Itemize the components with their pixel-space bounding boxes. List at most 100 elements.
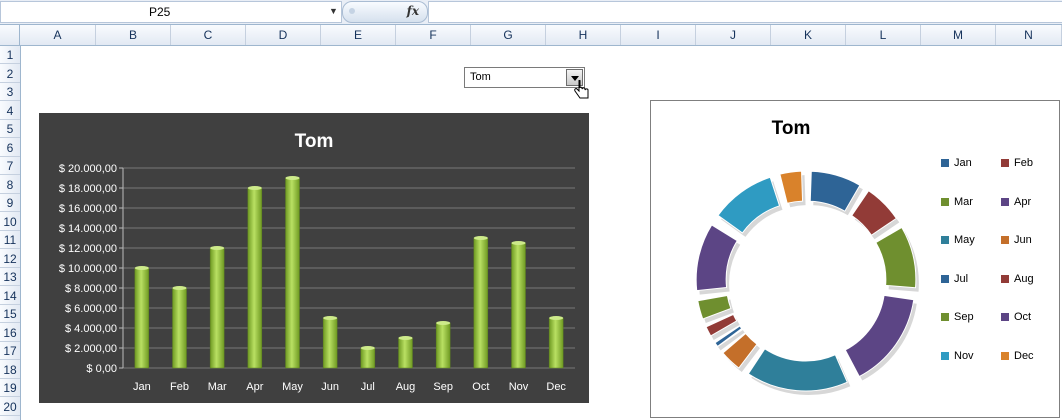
hand-cursor-icon bbox=[574, 80, 589, 99]
column-header-b[interactable]: B bbox=[96, 25, 171, 45]
legend-label: Jul bbox=[954, 272, 969, 285]
column-header-m[interactable]: M bbox=[921, 25, 996, 45]
legend-label: Nov bbox=[954, 349, 974, 362]
slice-mar[interactable] bbox=[875, 226, 917, 289]
legend-label: Feb bbox=[1014, 157, 1033, 169]
row-header-16[interactable]: 16 bbox=[0, 324, 20, 342]
row-header-2[interactable]: 2 bbox=[0, 65, 20, 83]
row-header-6[interactable]: 6 bbox=[0, 139, 20, 157]
bar-cap bbox=[172, 286, 187, 290]
legend-label: Oct bbox=[1014, 311, 1032, 323]
legend-swatch bbox=[941, 274, 949, 283]
bar-jun[interactable] bbox=[322, 317, 338, 369]
y-tick-label: $ 16.000,00 bbox=[59, 203, 117, 215]
bar-jul[interactable] bbox=[360, 347, 376, 369]
slice-nov[interactable] bbox=[717, 176, 781, 234]
bar-chart[interactable]: Tom $ 0,00 $ 2.000,00 $ 4.000,00 $ 6.000,00 $… bbox=[39, 113, 589, 403]
row-header-7[interactable]: 7 bbox=[0, 157, 20, 175]
donut-chart[interactable]: Tom Jan Feb Mar Apr May Jun Jul Aug Sep Oct Nov Dec bbox=[650, 100, 1060, 418]
row-header-18[interactable]: 18 bbox=[0, 361, 20, 379]
person-dropdown[interactable]: Tom bbox=[464, 67, 585, 88]
legend-item-mar: Mar bbox=[941, 196, 973, 208]
x-tick-label: Apr bbox=[246, 381, 263, 393]
y-tick-label: $ 6.000,00 bbox=[65, 303, 117, 315]
y-tick-label: $ 12.000,00 bbox=[59, 243, 117, 255]
row-header-14[interactable]: 14 bbox=[0, 287, 20, 305]
column-header-c[interactable]: C bbox=[171, 25, 246, 45]
row-header-3[interactable]: 3 bbox=[0, 83, 20, 101]
legend-item-jan: Jan bbox=[941, 157, 972, 169]
row-header-12[interactable]: 12 bbox=[0, 250, 20, 268]
row-header-10[interactable]: 10 bbox=[0, 213, 20, 231]
y-tick-label: $ 10.000,00 bbox=[59, 263, 117, 275]
bar-feb[interactable] bbox=[172, 287, 187, 369]
row-header-17[interactable]: 17 bbox=[0, 342, 20, 360]
y-tick-label: $ 18.000,00 bbox=[59, 183, 117, 195]
row-header-19[interactable]: 19 bbox=[0, 379, 20, 397]
y-tick-label: $ 20.000,00 bbox=[59, 163, 117, 175]
column-header-f[interactable]: F bbox=[396, 25, 471, 45]
legend-item-apr: Apr bbox=[1001, 196, 1031, 208]
chevron-down-icon[interactable]: ▼ bbox=[329, 6, 338, 16]
x-tick-label: Jul bbox=[361, 381, 375, 393]
legend-item-aug: Aug bbox=[1001, 273, 1034, 285]
row-header-4[interactable]: 4 bbox=[0, 102, 20, 120]
x-tick-label: Jan bbox=[133, 381, 151, 393]
bar-mar[interactable] bbox=[209, 247, 225, 369]
bar-cap bbox=[134, 266, 149, 270]
legend-swatch bbox=[941, 313, 949, 321]
column-header-a[interactable]: A bbox=[20, 25, 96, 45]
column-header-n[interactable]: N bbox=[996, 25, 1062, 45]
slice-dec[interactable] bbox=[779, 170, 804, 204]
row-header-13[interactable]: 13 bbox=[0, 268, 20, 286]
y-tick-label: $ 4.000,00 bbox=[65, 323, 117, 335]
legend-item-jul: Jul bbox=[941, 273, 968, 285]
column-header-g[interactable]: G bbox=[471, 25, 546, 45]
bar-chart-title: Tom bbox=[295, 131, 334, 152]
row-header-9[interactable]: 9 bbox=[0, 194, 20, 212]
legend-label: May bbox=[954, 234, 975, 246]
row-header-5[interactable]: 5 bbox=[0, 120, 20, 138]
bar-cap bbox=[210, 246, 225, 250]
legend-swatch bbox=[1001, 351, 1009, 360]
formula-bar: P25 ▼ fx bbox=[0, 0, 1062, 25]
row-header-11[interactable]: 11 bbox=[0, 231, 20, 249]
select-all-corner[interactable] bbox=[0, 25, 20, 45]
splitter-handle-icon[interactable] bbox=[349, 8, 355, 14]
x-tick-label: Oct bbox=[472, 381, 489, 393]
column-header-e[interactable]: E bbox=[321, 25, 396, 45]
x-tick-label: Jun bbox=[321, 381, 339, 393]
slice-may[interactable] bbox=[747, 348, 848, 392]
y-tick-label: $ 2.000,00 bbox=[65, 343, 117, 355]
column-header-l[interactable]: L bbox=[846, 25, 921, 45]
bar-may[interactable] bbox=[285, 177, 300, 369]
column-header-h[interactable]: H bbox=[546, 25, 621, 45]
legend-label: Sep bbox=[954, 311, 974, 323]
bar-nov[interactable] bbox=[511, 242, 526, 369]
bar-aug[interactable] bbox=[398, 337, 413, 369]
name-box[interactable]: P25 ▼ bbox=[0, 1, 342, 23]
column-header-i[interactable]: I bbox=[621, 25, 696, 45]
column-header-d[interactable]: D bbox=[246, 25, 321, 45]
bar-cap bbox=[323, 316, 338, 320]
bar-cap bbox=[247, 186, 262, 190]
formula-input[interactable] bbox=[428, 1, 1062, 23]
bar-sep[interactable] bbox=[435, 322, 451, 369]
bar-dec[interactable] bbox=[548, 317, 564, 369]
bar-jan[interactable] bbox=[134, 267, 150, 369]
bar-cap bbox=[360, 346, 375, 350]
row-header-1[interactable]: 1 bbox=[0, 46, 20, 64]
y-tick-label: $ 8.000,00 bbox=[65, 283, 117, 295]
row-header-15[interactable]: 15 bbox=[0, 305, 20, 323]
x-tick-label: May bbox=[282, 381, 303, 393]
column-header-j[interactable]: J bbox=[696, 25, 771, 45]
bar-apr[interactable] bbox=[247, 187, 263, 369]
bar-cap bbox=[549, 316, 564, 320]
insert-function-button[interactable]: fx bbox=[342, 1, 428, 23]
column-header-k[interactable]: K bbox=[771, 25, 846, 45]
row-header-20[interactable]: 20 bbox=[0, 398, 20, 416]
bar-oct[interactable] bbox=[473, 237, 489, 369]
legend-swatch bbox=[1001, 313, 1009, 321]
legend-item-jun: Jun bbox=[1001, 234, 1032, 246]
row-header-8[interactable]: 8 bbox=[0, 176, 20, 194]
